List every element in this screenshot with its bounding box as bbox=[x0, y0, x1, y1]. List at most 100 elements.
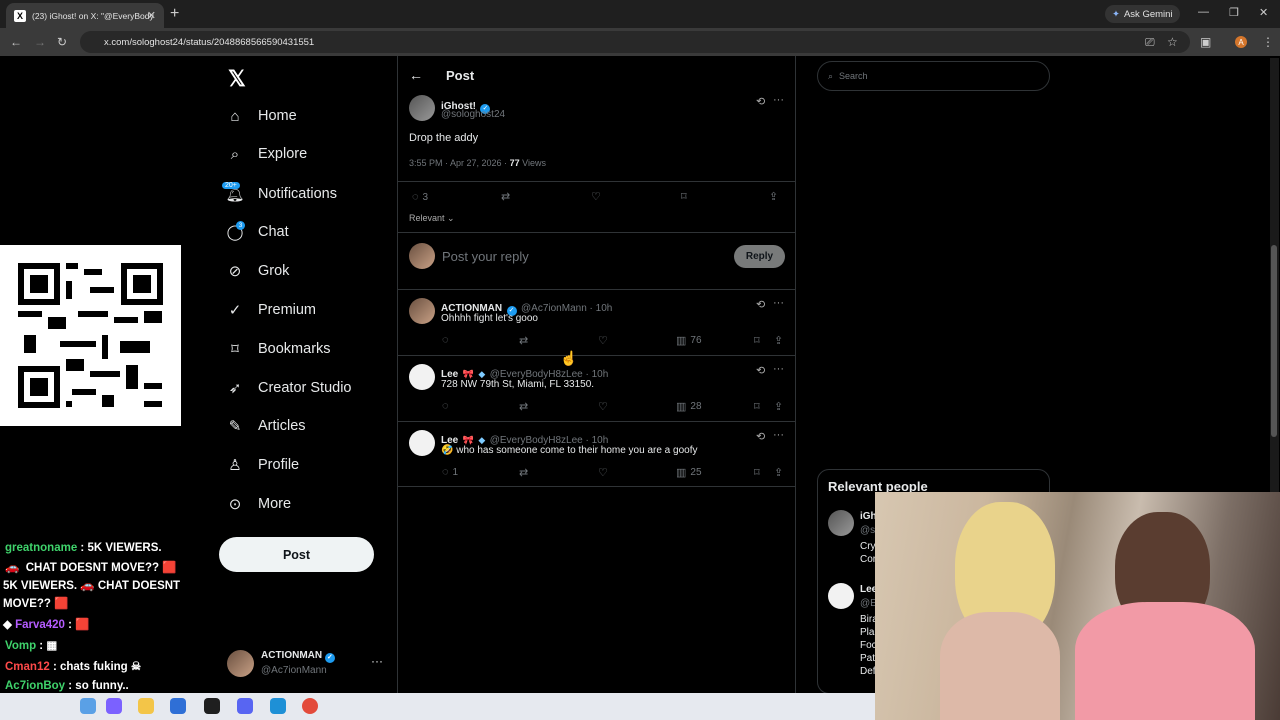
sidebar-item-home[interactable]: ⌂ Home bbox=[226, 104, 296, 128]
menu-icon[interactable]: ⋮ bbox=[1262, 35, 1274, 49]
avatar[interactable] bbox=[409, 298, 435, 324]
sidebar-item-label: Grok bbox=[258, 263, 290, 279]
chat-badge: 3 bbox=[236, 221, 245, 230]
post-handle[interactable]: @sologhost24 bbox=[441, 109, 505, 120]
reply-action[interactable]: ◌ bbox=[442, 334, 453, 346]
repost-action[interactable]: ⇄ bbox=[519, 334, 528, 347]
more-options-icon[interactable]: ··· bbox=[773, 429, 784, 441]
emote-icon: 🟥 bbox=[162, 562, 177, 574]
avatar[interactable] bbox=[828, 583, 854, 609]
tab-close-icon[interactable]: ✕ bbox=[147, 9, 156, 22]
bookmark-action[interactable]: ⌑ bbox=[754, 466, 760, 479]
repost-action[interactable]: ⇄ bbox=[501, 190, 510, 203]
sidebar-item-articles[interactable]: ✎ Articles bbox=[226, 414, 306, 438]
reply-action[interactable]: ◌ 3 bbox=[412, 191, 428, 203]
account-switcher[interactable]: ACTIONMAN ✓ @Ac7ionMann ··· bbox=[227, 648, 387, 680]
minimize-icon[interactable]: — bbox=[1198, 6, 1209, 18]
more-options-icon[interactable]: ··· bbox=[773, 94, 784, 106]
sort-dropdown[interactable]: Relevant ⌄ bbox=[409, 213, 455, 224]
account-more-icon[interactable]: ··· bbox=[371, 654, 383, 668]
window-close-icon[interactable]: ✕ bbox=[1259, 6, 1268, 19]
more-options-icon[interactable]: ··· bbox=[773, 297, 784, 309]
forward-icon[interactable]: → bbox=[34, 35, 46, 49]
sidebar-item-grok[interactable]: ⊘ Grok bbox=[226, 259, 290, 283]
like-action[interactable]: ♡ bbox=[598, 400, 608, 413]
avatar[interactable] bbox=[409, 364, 435, 390]
taskbar-edge-icon[interactable] bbox=[270, 698, 286, 714]
bookmark-action[interactable]: ⌑ bbox=[754, 400, 760, 413]
premium-icon: ✓ bbox=[228, 302, 242, 319]
cast-icon[interactable]: ⎚ bbox=[1145, 35, 1155, 50]
sidebar-item-more[interactable]: ⊙ More bbox=[226, 492, 291, 516]
grok-analyze-icon[interactable]: ⟲ bbox=[756, 95, 765, 108]
avatar[interactable] bbox=[409, 430, 435, 456]
url-field[interactable]: x.com/sologhost24/status/204886856659043… bbox=[80, 31, 1190, 53]
ask-gemini-button[interactable]: ✦ Ask Gemini bbox=[1105, 5, 1180, 23]
taskbar-outlook-icon[interactable] bbox=[170, 698, 186, 714]
bookmark-action[interactable]: ⌑ bbox=[754, 334, 760, 347]
sidebar-item-premium[interactable]: ✓ Premium bbox=[226, 298, 316, 322]
grok-analyze-icon[interactable]: ⟲ bbox=[756, 430, 765, 443]
like-action[interactable]: ♡ bbox=[598, 466, 608, 479]
reply-text: 🤣 who has someone come to their home you… bbox=[441, 445, 698, 456]
taskbar-chrome-icon[interactable] bbox=[302, 698, 318, 714]
heart-icon: ♡ bbox=[598, 335, 608, 347]
views-count: 25 bbox=[690, 467, 702, 478]
like-action[interactable]: ♡ bbox=[591, 190, 601, 203]
reload-icon[interactable]: ↻ bbox=[57, 35, 67, 49]
webcam-person-right-body bbox=[1075, 602, 1255, 720]
taskbar-discord-icon[interactable] bbox=[237, 698, 253, 714]
chat-message: : 5K VIEWERS. bbox=[80, 542, 162, 554]
taskbar-obs-icon[interactable] bbox=[204, 698, 220, 714]
restore-icon[interactable]: ❐ bbox=[1229, 6, 1239, 19]
views-action[interactable]: ▥ 28 bbox=[676, 400, 702, 413]
heart-icon: ♡ bbox=[598, 467, 608, 479]
like-action[interactable]: ♡ bbox=[598, 334, 608, 347]
sidebar-item-notifications[interactable]: 🔔︎ Notifications bbox=[225, 182, 337, 206]
bookmark-action[interactable]: ⌑ bbox=[681, 190, 687, 203]
repost-action[interactable]: ⇄ bbox=[519, 466, 528, 479]
taskbar-explorer-icon[interactable] bbox=[138, 698, 154, 714]
share-icon: ⇪ bbox=[774, 467, 784, 479]
sidebar-item-creator-studio[interactable]: ➶ Creator Studio bbox=[226, 376, 352, 400]
reply-input[interactable]: Post your reply bbox=[442, 249, 529, 264]
share-action[interactable]: ⇪ bbox=[774, 400, 783, 413]
grok-analyze-icon[interactable]: ⟲ bbox=[756, 298, 765, 311]
sidebar-item-explore[interactable]: ⌕ Explore bbox=[226, 142, 307, 166]
star-icon[interactable]: ☆ bbox=[1167, 35, 1178, 49]
share-action[interactable]: ⇪ bbox=[774, 334, 783, 347]
avatar[interactable] bbox=[409, 95, 435, 121]
browser-tab[interactable]: X (23) iGhost! on X: "@EveryBody ✕ bbox=[6, 3, 164, 28]
more-options-icon[interactable]: ··· bbox=[773, 363, 784, 375]
chrome-profile-avatar[interactable]: A bbox=[1235, 36, 1247, 48]
new-tab-icon[interactable]: + bbox=[170, 5, 179, 23]
scrollbar-thumb[interactable] bbox=[1271, 245, 1277, 437]
taskbar-copilot-icon[interactable] bbox=[106, 698, 122, 714]
repost-action[interactable]: ⇄ bbox=[519, 400, 528, 413]
reply-text: 728 NW 79th St, Miami, FL 33150. bbox=[441, 379, 595, 390]
avatar[interactable] bbox=[828, 510, 854, 536]
gemini-icon: ✦ bbox=[1112, 8, 1120, 20]
back-arrow-icon[interactable]: ← bbox=[409, 67, 423, 83]
sidepanel-icon[interactable]: ▣ bbox=[1200, 35, 1211, 49]
views-action[interactable]: ▥ 76 bbox=[676, 334, 702, 347]
sidebar-item-bookmarks[interactable]: ⌑ Bookmarks bbox=[226, 337, 330, 361]
share-action[interactable]: ⇪ bbox=[774, 466, 783, 479]
grok-analyze-icon[interactable]: ⟲ bbox=[756, 364, 765, 377]
x-logo-icon[interactable]: 𝕏 bbox=[228, 66, 246, 92]
taskbar-widgets-icon[interactable] bbox=[80, 698, 96, 714]
search-input[interactable]: ⌕ Search bbox=[817, 61, 1050, 91]
views-count: 76 bbox=[690, 335, 702, 346]
reply-action[interactable]: ◌ 1 bbox=[442, 466, 458, 478]
post-button[interactable]: Post bbox=[219, 537, 374, 572]
sidebar-item-profile[interactable]: ♙ Profile bbox=[226, 453, 299, 477]
reply-button[interactable]: Reply bbox=[734, 245, 785, 268]
post-text: Drop the addy bbox=[409, 132, 479, 144]
reply-action[interactable]: ◌ bbox=[442, 400, 453, 412]
chat-message: CHAT DOESNT bbox=[97, 580, 181, 592]
share-action[interactable]: ⇪ bbox=[769, 190, 778, 203]
verified-icon: ✓ bbox=[324, 653, 335, 663]
back-icon[interactable]: ← bbox=[10, 35, 22, 49]
emote-icon: 🟥 bbox=[75, 619, 90, 631]
views-action[interactable]: ▥ 25 bbox=[676, 466, 702, 479]
